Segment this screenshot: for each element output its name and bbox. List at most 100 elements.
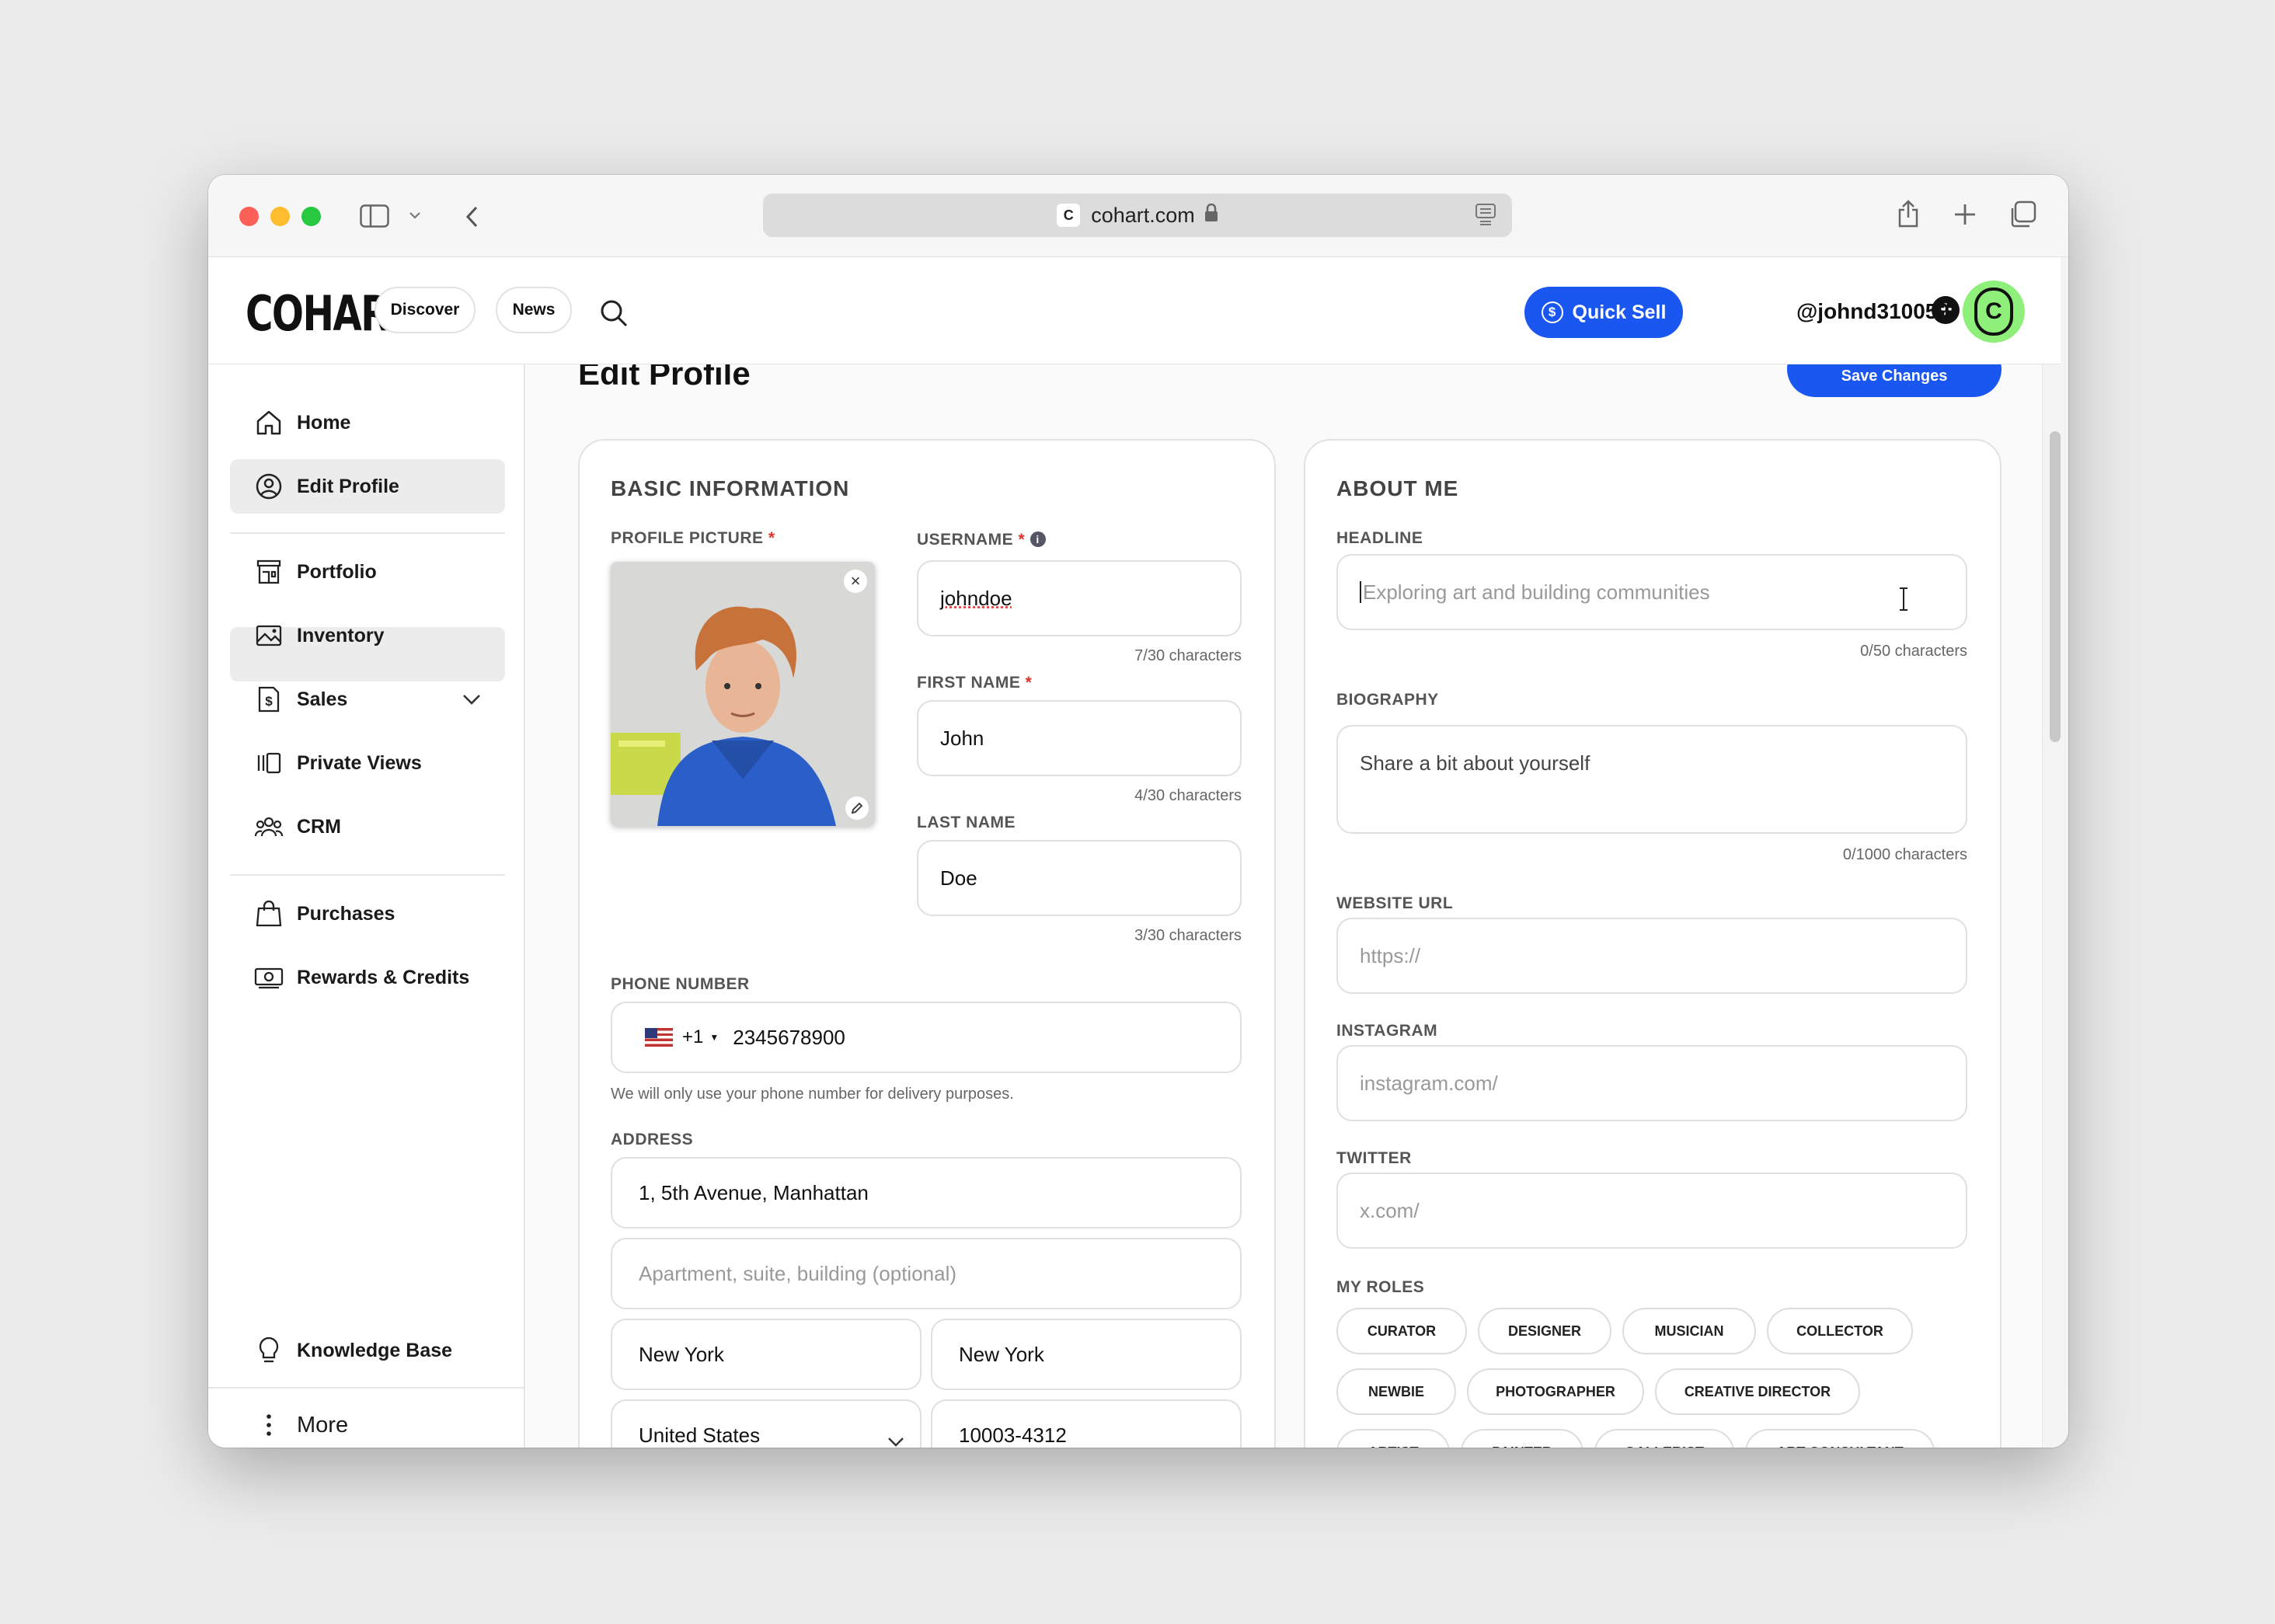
basic-information-card: BASIC INFORMATION PROFILE PICTURE * × US… [578, 439, 1276, 1448]
sidebar-item-portfolio[interactable]: Portfolio [230, 545, 505, 599]
headline-placeholder: Exploring art and building communities [1363, 580, 1710, 604]
address-bar[interactable]: C cohart.com [763, 193, 1512, 237]
sidebar-item-label: CRM [297, 815, 341, 838]
sidebar-divider [208, 1387, 525, 1389]
sidebar-item-edit-profile[interactable]: Edit Profile [230, 459, 505, 514]
quick-sell-label: Quick Sell [1572, 301, 1667, 323]
required-mark: * [1018, 531, 1026, 549]
role-tag[interactable]: CURATOR [1336, 1308, 1467, 1354]
sidebar-item-inventory[interactable]: Inventory [230, 608, 505, 663]
username-handle[interactable]: @johnd310059 [1796, 299, 1949, 324]
sidebar-item-more[interactable]: More [230, 1398, 505, 1448]
reader-icon[interactable] [1475, 203, 1496, 232]
role-tag[interactable]: ARTIST [1336, 1429, 1450, 1448]
info-icon[interactable]: i [1029, 531, 1046, 547]
sidebar-item-label: Knowledge Base [297, 1339, 453, 1361]
site-favicon-icon: C [1057, 204, 1081, 227]
zip-field[interactable]: 10003-4312 [931, 1399, 1242, 1448]
user-circle-icon [253, 471, 284, 502]
back-icon[interactable] [460, 201, 483, 232]
chevron-down-icon[interactable] [462, 688, 482, 711]
share-icon[interactable] [1894, 198, 1922, 229]
last-name-counter: 3/30 characters [1134, 927, 1242, 944]
quick-sell-button[interactable]: $ Quick Sell [1524, 287, 1683, 338]
sidebar-divider [230, 532, 505, 534]
phone-label: PHONE NUMBER [611, 975, 750, 993]
sidebar-item-label: Rewards & Credits [297, 966, 470, 988]
sidebar-item-private-views[interactable]: Private Views [230, 736, 505, 790]
sidebar-item-purchases[interactable]: Purchases [230, 887, 505, 941]
biography-field[interactable]: Share a bit about yourself [1336, 725, 1967, 834]
role-tag[interactable]: GALLERIST [1594, 1429, 1734, 1448]
country-code[interactable]: +1 [682, 1026, 703, 1048]
save-changes-button[interactable]: Save Changes [1787, 364, 2002, 397]
role-tag[interactable]: MUSICIAN [1622, 1308, 1756, 1354]
sidebar-item-label: More [297, 1412, 349, 1438]
remove-photo-icon[interactable]: × [844, 570, 867, 593]
role-tag[interactable]: PAINTER [1461, 1429, 1583, 1448]
sidebar-item-knowledge-base[interactable]: Knowledge Base [230, 1323, 505, 1378]
url-text: cohart.com [1091, 203, 1195, 227]
sidebar-toggle-icon[interactable] [359, 203, 390, 229]
search-icon[interactable] [598, 298, 629, 329]
sidebar-item-label: Edit Profile [297, 475, 399, 497]
website-field[interactable]: https:// [1336, 918, 1967, 994]
svg-text:$: $ [265, 694, 273, 709]
profile-picture[interactable]: × [611, 562, 875, 826]
last-name-field[interactable]: Doe [917, 840, 1242, 916]
app-header: COHART Discover News $ Quick Sell + @joh… [208, 257, 2061, 364]
city-field[interactable]: New York [611, 1319, 921, 1390]
address-line2-field[interactable]: Apartment, suite, building (optional) [611, 1238, 1242, 1309]
username-field[interactable]: johndoe [917, 560, 1242, 636]
sidebar-item-label: Home [297, 411, 351, 434]
required-mark: * [768, 529, 775, 547]
rewards-icon [253, 962, 284, 993]
edit-photo-icon[interactable] [845, 796, 869, 820]
discover-link[interactable]: Discover [375, 287, 476, 333]
chevron-down-icon [887, 1429, 904, 1448]
sidebar-item-rewards-credits[interactable]: Rewards & Credits [230, 950, 505, 1005]
address-line1-field[interactable]: 1, 5th Avenue, Manhattan [611, 1157, 1242, 1228]
first-name-field[interactable]: John [917, 700, 1242, 776]
label-text: USERNAME [917, 531, 1014, 549]
role-tag[interactable]: NEWBIE [1336, 1368, 1456, 1415]
home-icon [253, 407, 284, 438]
user-avatar[interactable]: C [1963, 281, 2025, 343]
news-link[interactable]: News [496, 287, 572, 333]
sidebar-item-label: Portfolio [297, 560, 377, 583]
close-window-button[interactable] [239, 207, 259, 226]
country-select[interactable]: United States [611, 1399, 921, 1448]
last-name-label: LAST NAME [917, 814, 1016, 831]
headline-field[interactable]: Exploring art and building communities [1336, 554, 1967, 630]
twitter-field[interactable]: x.com/ [1336, 1173, 1967, 1249]
zoom-window-button[interactable] [301, 207, 321, 226]
minimize-window-button[interactable] [270, 207, 290, 226]
tab-overview-icon[interactable] [2008, 200, 2037, 229]
roles-label: MY ROLES [1336, 1278, 1425, 1296]
headline-label: HEADLINE [1336, 529, 1423, 547]
username-counter: 7/30 characters [1134, 647, 1242, 664]
new-tab-icon[interactable] [1952, 201, 1978, 228]
sidebar-item-sales[interactable]: $ Sales [230, 672, 505, 727]
instagram-field[interactable]: instagram.com/ [1336, 1045, 1967, 1121]
scrollbar-thumb[interactable] [2050, 431, 2061, 742]
text-cursor [1360, 581, 1361, 603]
sidebar-item-crm[interactable]: CRM [230, 800, 505, 854]
role-tag[interactable]: CREATIVE DIRECTOR [1655, 1368, 1860, 1415]
website-label: WEBSITE URL [1336, 894, 1454, 912]
role-tag[interactable]: COLLECTOR [1767, 1308, 1913, 1354]
role-tag[interactable]: DESIGNER [1478, 1308, 1611, 1354]
phone-field[interactable]: +1 ▼ 2345678900 [611, 1002, 1242, 1073]
headline-counter: 0/50 characters [1860, 643, 1967, 660]
role-tag[interactable]: PHOTOGRAPHER [1467, 1368, 1644, 1415]
role-tag[interactable]: ART CONSULTANT [1745, 1429, 1935, 1448]
caret-down-icon[interactable]: ▼ [709, 1032, 719, 1043]
biography-label: BIOGRAPHY [1336, 691, 1439, 709]
i-beam-cursor-icon [1897, 587, 1910, 617]
sidebar-item-home[interactable]: Home [230, 396, 505, 450]
address-label: ADDRESS [611, 1131, 694, 1148]
state-field[interactable]: New York [931, 1319, 1242, 1390]
lock-icon [1204, 203, 1218, 228]
chevron-down-icon[interactable] [406, 206, 424, 225]
label-text: FIRST NAME [917, 674, 1021, 692]
